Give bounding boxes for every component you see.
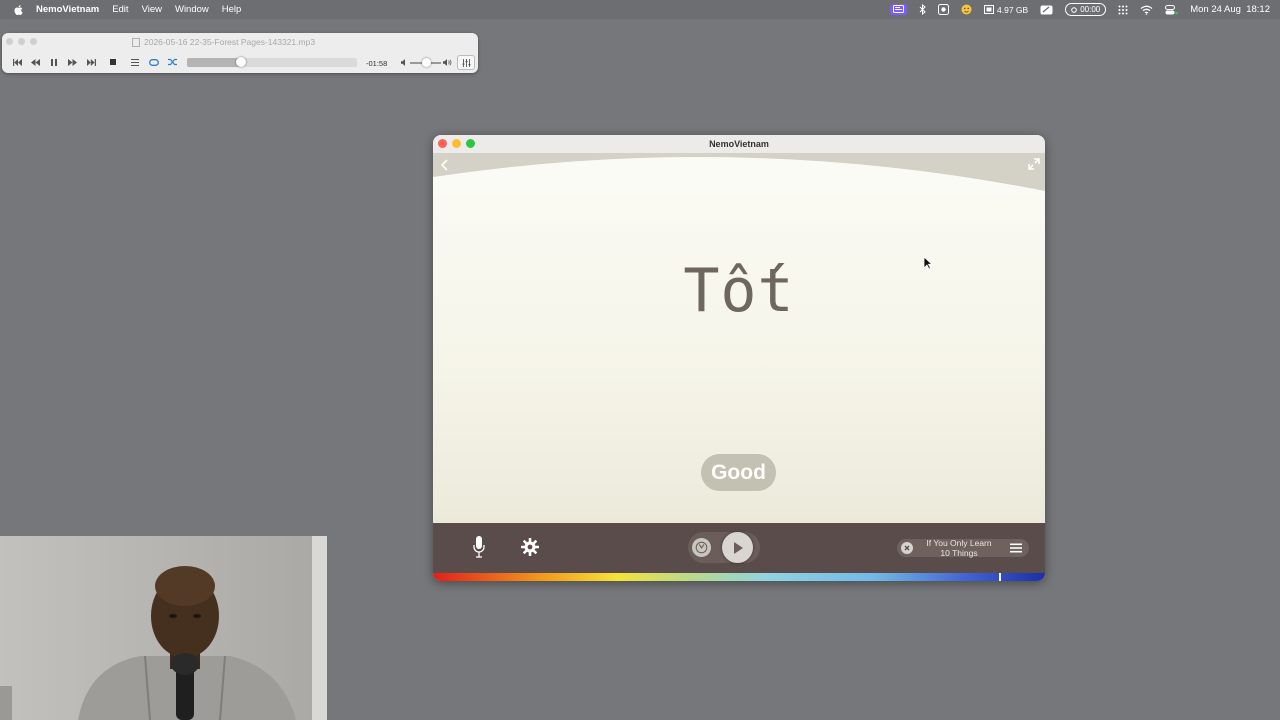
flashcard[interactable]: Tốt Good xyxy=(433,153,1045,523)
webcam-presenter-image xyxy=(0,536,327,720)
translation-label[interactable]: Good xyxy=(701,454,776,491)
close-icon xyxy=(904,545,910,551)
rewind-icon[interactable] xyxy=(29,56,41,68)
nemo-app-window: NemoVietnam Tốt Good If You Only Learn 1… xyxy=(433,135,1045,581)
skip-previous-icon[interactable] xyxy=(11,56,23,68)
timer-pill[interactable]: 00:00 xyxy=(1065,3,1107,16)
memory-usage: 4.97 GB xyxy=(997,4,1029,15)
menu-view[interactable]: View xyxy=(142,4,162,15)
media-player-window: 2026-05-16 22-35-Forest Pages-143321.mp3 xyxy=(2,33,478,73)
grid-icon[interactable] xyxy=(1118,5,1128,15)
memory-icon[interactable]: 4.97 GB xyxy=(984,5,1028,15)
screen-record-icon[interactable] xyxy=(890,4,908,15)
timer-value: 00:00 xyxy=(1080,5,1101,14)
status-area: 4.97 GB 00:00 Mon 24 Aug 18:12 xyxy=(890,0,1270,19)
lesson-progress-bar[interactable] xyxy=(433,573,1045,581)
clock-datetime[interactable]: Mon 24 Aug 18:12 xyxy=(1190,4,1270,15)
player-track-title: 2026-05-16 22-35-Forest Pages-143321.mp3 xyxy=(132,37,315,47)
bluetooth-icon[interactable] xyxy=(919,4,926,15)
pause-icon[interactable] xyxy=(48,56,60,68)
skip-next-icon[interactable] xyxy=(85,56,97,68)
microphone-icon[interactable] xyxy=(471,535,487,559)
menu-edit[interactable]: Edit xyxy=(112,4,128,15)
control-center-icon[interactable] xyxy=(1165,4,1179,15)
player-titlebar[interactable]: 2026-05-16 22-35-Forest Pages-143321.mp3 xyxy=(2,33,478,49)
player-zoom-button[interactable] xyxy=(30,38,37,45)
playback-speed-button[interactable] xyxy=(692,538,711,557)
vietnamese-word[interactable]: Tốt xyxy=(433,256,1045,326)
expand-icon[interactable] xyxy=(1028,158,1040,170)
track-file-name: 2026-05-16 22-35-Forest Pages-143321.mp3 xyxy=(144,37,316,47)
lesson-title: If You Only Learn 10 Things xyxy=(926,538,992,558)
nemo-titlebar[interactable]: NemoVietnam xyxy=(433,135,1045,154)
playlist-icon[interactable] xyxy=(129,56,141,68)
repeat-icon[interactable] xyxy=(148,56,160,68)
wifi-icon[interactable] xyxy=(1140,5,1153,15)
lesson-menu-icon[interactable] xyxy=(1009,542,1023,554)
player-window-controls xyxy=(6,38,37,45)
menu-bar: NemoVietnam Edit View Window Help 4.97 G… xyxy=(0,0,1280,19)
card-header-arc xyxy=(433,153,1045,197)
lesson-close-button[interactable] xyxy=(901,542,913,554)
record-dot-icon xyxy=(1071,6,1078,13)
file-icon xyxy=(132,37,140,47)
fast-forward-icon[interactable] xyxy=(66,56,78,68)
player-controls: -01:58 xyxy=(2,54,478,70)
play-controls xyxy=(688,532,760,563)
webcam-overlay xyxy=(0,536,327,720)
volume-low-icon[interactable] xyxy=(398,56,410,68)
play-button[interactable] xyxy=(722,532,753,563)
shuffle-icon[interactable] xyxy=(167,56,179,68)
volume-high-icon[interactable] xyxy=(441,56,453,68)
playback-toolbar: If You Only Learn 10 Things xyxy=(433,523,1045,573)
play-icon xyxy=(733,541,743,554)
stop-icon[interactable] xyxy=(107,56,119,68)
menu-help[interactable]: Help xyxy=(222,4,242,15)
apple-icon[interactable] xyxy=(13,4,25,16)
nemo-window-title: NemoVietnam xyxy=(709,139,769,149)
playback-progress-fill xyxy=(187,58,242,67)
lesson-selector[interactable]: If You Only Learn 10 Things xyxy=(897,538,1029,558)
menu-app-name[interactable]: NemoVietnam xyxy=(36,4,99,15)
time-remaining: -01:58 xyxy=(366,59,388,68)
back-chevron-icon[interactable] xyxy=(439,158,451,172)
pen-icon[interactable] xyxy=(1040,5,1053,15)
settings-gear-icon[interactable] xyxy=(520,537,540,557)
equalizer-button[interactable] xyxy=(457,55,475,70)
lesson-progress-marker xyxy=(999,573,1002,581)
playback-progress-bar[interactable] xyxy=(187,58,357,67)
equalizer-icon xyxy=(462,58,470,67)
emoji-face-icon[interactable] xyxy=(961,4,972,15)
speed-dial-icon xyxy=(695,541,708,554)
player-minimize-button[interactable] xyxy=(18,38,25,45)
player-close-button[interactable] xyxy=(6,38,13,45)
mouse-cursor-icon xyxy=(923,256,933,270)
volume-knob[interactable] xyxy=(422,58,432,67)
screenshot-icon[interactable] xyxy=(938,4,950,15)
menu-window[interactable]: Window xyxy=(175,4,209,15)
